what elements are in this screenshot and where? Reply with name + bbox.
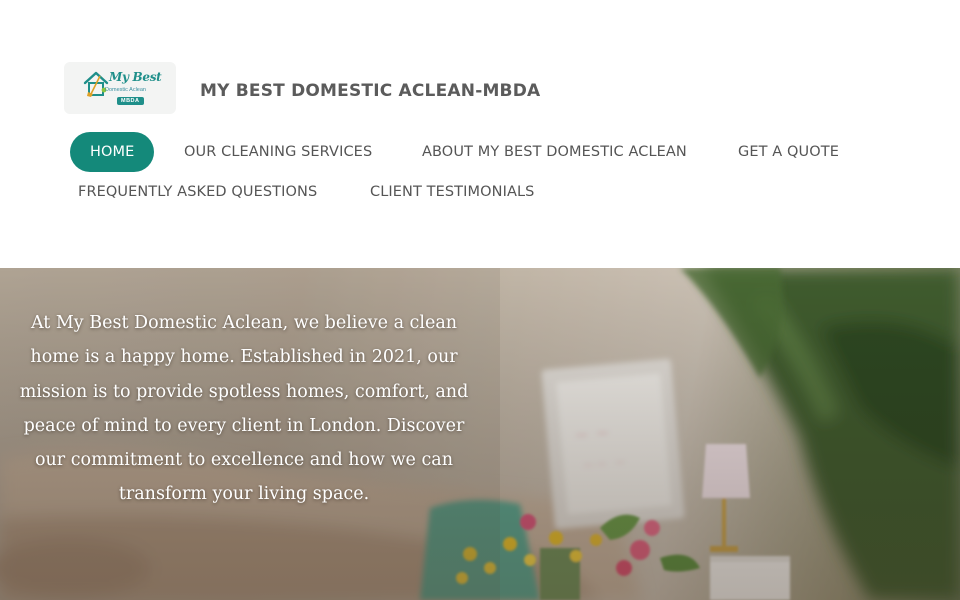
house-broom-icon xyxy=(83,71,109,97)
hero-intro-text: At My Best Domestic Aclean, we believe a… xyxy=(19,313,469,505)
nav-item-cleaning-services[interactable]: OUR CLEANING SERVICES xyxy=(184,132,372,172)
site-header: My Best Domestic Aclean MBDA MY BEST DOM… xyxy=(0,0,960,268)
nav-item-testimonials[interactable]: CLIENT TESTIMONIALS xyxy=(370,172,534,212)
nav-item-get-a-quote[interactable]: GET A QUOTE xyxy=(738,132,839,172)
logo-mark: My Best Domestic Aclean MBDA xyxy=(81,66,162,110)
nav-item-about[interactable]: ABOUT MY BEST DOMESTIC ACLEAN xyxy=(422,132,687,172)
logo-text-secondary: Domestic Aclean xyxy=(105,87,146,93)
logo-text-primary: My Best xyxy=(109,70,162,84)
site-logo[interactable]: My Best Domestic Aclean MBDA xyxy=(64,62,176,114)
logo-badge: MBDA xyxy=(117,97,144,105)
hero-section: ~ ~ ~~ ~ xyxy=(0,268,960,600)
nav-item-home[interactable]: HOME xyxy=(70,132,155,172)
nav-item-faq[interactable]: FREQUENTLY ASKED QUESTIONS xyxy=(78,172,317,212)
site-title[interactable]: MY BEST DOMESTIC ACLEAN-MBDA xyxy=(200,81,540,101)
